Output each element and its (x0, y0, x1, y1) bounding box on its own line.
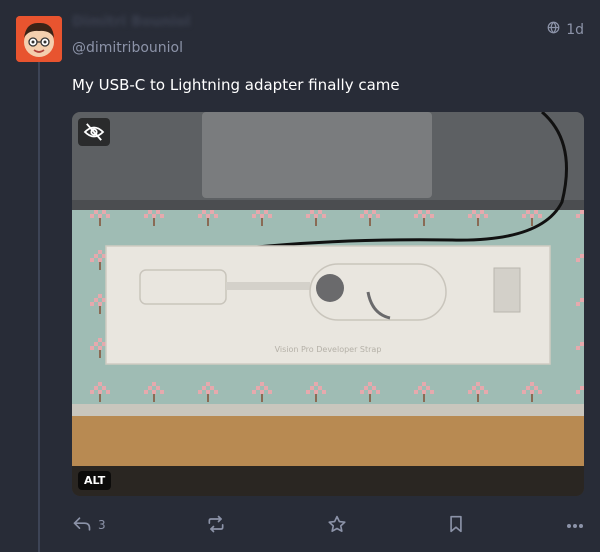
status-content: My USB-C to Lightning adapter finally ca… (72, 76, 400, 94)
avatar[interactable] (16, 16, 62, 62)
thread-line (38, 62, 40, 552)
more-button[interactable] (566, 518, 584, 532)
avatar-illustration (16, 16, 62, 62)
reply-icon (72, 515, 92, 536)
timestamp[interactable]: 1d (566, 22, 584, 38)
attachment-photo: Vision Pro Developer Strap (72, 112, 584, 496)
boost-button[interactable] (206, 515, 226, 536)
box-print: Vision Pro Developer Strap (275, 345, 382, 354)
reply-button[interactable]: 3 (72, 515, 106, 536)
status-meta: 1d (547, 21, 584, 38)
eye-slash-icon (83, 123, 105, 141)
reply-count: 3 (98, 518, 106, 532)
star-icon (327, 515, 347, 536)
boost-icon (206, 515, 226, 536)
globe-icon (547, 21, 560, 38)
alt-badge[interactable]: ALT (78, 471, 112, 490)
bookmark-button[interactable] (447, 515, 465, 536)
action-bar: 3 (72, 512, 584, 538)
bookmark-icon (447, 515, 465, 536)
favourite-button[interactable] (327, 515, 347, 536)
media-attachment[interactable]: Vision Pro Developer Strap ALT (72, 112, 584, 496)
account-handle[interactable]: @dimitribouniol (72, 40, 183, 56)
more-icon (566, 518, 584, 532)
display-name[interactable]: Dimitri Bouniol (72, 14, 191, 30)
hide-media-button[interactable] (78, 118, 110, 146)
